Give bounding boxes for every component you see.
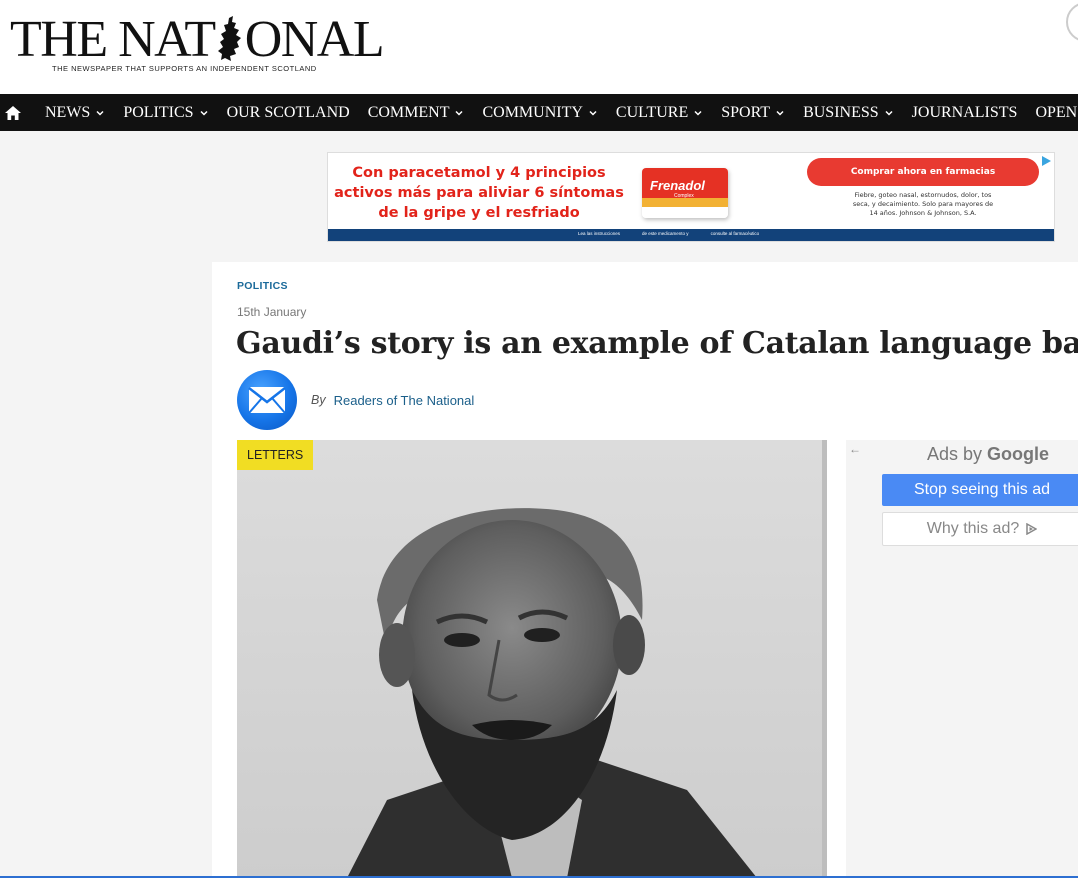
nav-item-culture[interactable]: CULTURE <box>607 94 712 131</box>
ads-by-google: Ads by Google <box>927 444 1049 465</box>
banner-footer-item: Lea las instrucciones <box>578 231 621 236</box>
why-this-ad-button[interactable]: Why this ad? <box>882 512 1078 546</box>
why-this-ad-label: Why this ad? <box>926 520 1020 537</box>
portrait-image <box>237 440 827 878</box>
nav-item-community[interactable]: COMMUNITY <box>473 94 606 131</box>
nav-item-label: SPORT <box>721 103 771 121</box>
article-headline: Gaudi’s story is an example of Catalan l… <box>236 326 1078 361</box>
nav-item-our-scotland[interactable]: OUR SCOTLAND <box>218 94 359 131</box>
product-sub: Complex <box>674 193 694 199</box>
banner-footer-item: de este medicamento y <box>642 231 689 236</box>
chevron-down-icon <box>96 110 104 116</box>
chevron-down-icon <box>885 110 893 116</box>
stop-seeing-ad-button[interactable]: Stop seeing this ad <box>882 474 1078 506</box>
site-logo[interactable]: THE NAT ONAL THE NEWSPAPER THAT SUPPORTS … <box>10 4 390 76</box>
product-package-image: Frenadol Complex <box>642 168 728 218</box>
letters-tag[interactable]: LETTERS <box>237 440 314 470</box>
logo-right: ONAL <box>244 11 385 68</box>
nav-item-label: OUR SCOTLAND <box>226 103 350 121</box>
banner-footer: Lea las instrucciones de este medicament… <box>328 229 1054 241</box>
logo-left: THE NAT <box>10 11 216 68</box>
banner-ad[interactable]: Con paracetamol y 4 principios activos m… <box>327 152 1055 242</box>
page: THE NAT ONAL THE NEWSPAPER THAT SUPPORTS … <box>0 0 1078 878</box>
banner-ad-text: Con paracetamol y 4 principios activos m… <box>334 165 624 221</box>
nav-item-label: CULTURE <box>615 103 689 121</box>
nav-item-label: NEWS <box>45 103 91 121</box>
chevron-down-icon <box>200 110 208 116</box>
banner-footer-item: consulte al farmacéutico <box>710 231 760 236</box>
article-date: 15th January <box>237 305 307 319</box>
nav-item-label: POLITICS <box>123 103 194 121</box>
adchoices-play-icon <box>1026 523 1038 535</box>
author-avatar[interactable] <box>237 370 297 430</box>
nav-item-comment[interactable]: COMMENT <box>359 94 474 131</box>
side-ad: ← Ads by Google Stop seeing this ad Why … <box>846 440 1078 878</box>
home-icon[interactable] <box>0 94 26 131</box>
nav-item-label: BUSINESS <box>803 103 879 121</box>
banner-small-print: Fiebre, goteo nasal, estornudos, dolor, … <box>852 191 994 217</box>
user-account-icon[interactable] <box>1066 2 1078 42</box>
chevron-down-icon <box>776 110 784 116</box>
nav-item-journalists[interactable]: JOURNALISTS <box>903 94 1027 131</box>
back-arrow-icon[interactable]: ← <box>849 442 861 456</box>
nav-item-label: COMMUNITY <box>482 103 583 121</box>
adchoices-icon[interactable] <box>1040 154 1052 166</box>
article-category-link[interactable]: POLITICS <box>237 280 288 292</box>
chevron-down-icon <box>455 110 463 116</box>
nav-item-sport[interactable]: SPORT <box>712 94 794 131</box>
envelope-icon <box>248 387 286 414</box>
nav-item-label: JOURNALISTS <box>911 103 1018 121</box>
ads-by-label: Ads by <box>927 444 983 464</box>
nav-item-politics[interactable]: POLITICS <box>114 94 217 131</box>
byline-prefix: By <box>311 393 326 407</box>
product-name: Frenadol <box>650 178 705 193</box>
nav-item-label: COMMENT <box>367 103 450 121</box>
google-label: Google <box>987 444 1050 464</box>
nav-items: NEWS POLITICS OUR SCOTLAND COMMENT COMMUNITY… <box>36 94 1078 131</box>
nav-item-business[interactable]: BUSINESS <box>794 94 903 131</box>
tagline: THE NEWSPAPER THAT SUPPORTS AN INDEPENDE… <box>52 64 317 73</box>
nav-item-news[interactable]: NEWS <box>36 94 114 131</box>
byline: By Readers of The National <box>237 370 474 430</box>
author-link[interactable]: Readers of The National <box>334 393 475 408</box>
main-nav: NEWS POLITICS OUR SCOTLAND COMMENT COMMUNITY… <box>0 94 1078 131</box>
chevron-down-icon <box>589 110 597 116</box>
nav-item-open-m[interactable]: OPEN M <box>1026 94 1078 131</box>
nav-item-label: OPEN M <box>1035 103 1078 121</box>
masthead: THE NAT ONAL THE NEWSPAPER THAT SUPPORTS … <box>0 0 1078 94</box>
banner-cta-button[interactable]: Comprar ahora en farmacias <box>807 158 1039 186</box>
article-photo <box>237 440 827 878</box>
chevron-down-icon <box>694 110 702 116</box>
